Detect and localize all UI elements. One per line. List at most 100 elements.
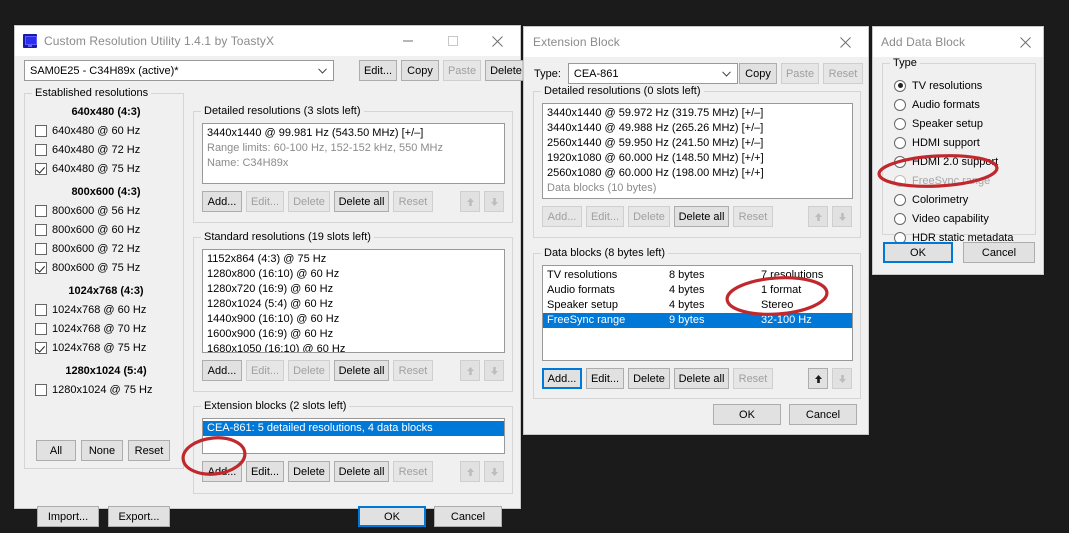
- checkbox-checked-icon[interactable]: [35, 342, 47, 354]
- close-icon[interactable]: [1007, 27, 1043, 57]
- edit-extension-block-button[interactable]: Edit...: [246, 461, 284, 482]
- checkbox-unchecked-icon[interactable]: [35, 144, 47, 156]
- list-item[interactable]: 1280x1024 (5:4) @ 60 Hz: [203, 297, 504, 312]
- checkbox-unchecked-icon[interactable]: [35, 304, 47, 316]
- ok-button[interactable]: OK: [883, 242, 953, 263]
- delete-all-detailed-resolutions-button[interactable]: Delete all: [334, 191, 389, 212]
- established-checkbox-row[interactable]: 800x600 @ 60 Hz: [35, 220, 177, 239]
- export-button[interactable]: Export...: [108, 506, 170, 527]
- copy-profile-button[interactable]: Copy: [401, 60, 439, 81]
- cancel-button[interactable]: Cancel: [789, 404, 857, 425]
- edit-profile-button[interactable]: Edit...: [359, 60, 397, 81]
- edit-data-block-button[interactable]: Edit...: [586, 368, 624, 389]
- add-data-block-button[interactable]: Add...: [542, 368, 582, 389]
- delete-profile-button[interactable]: Delete: [485, 60, 527, 81]
- delete-all-extension-blocks-button[interactable]: Delete all: [334, 461, 389, 482]
- add-data-block-titlebar[interactable]: Add Data Block: [873, 27, 1043, 57]
- delete-data-block-button[interactable]: Delete: [628, 368, 670, 389]
- import-button[interactable]: Import...: [37, 506, 99, 527]
- checkbox-checked-icon[interactable]: [35, 262, 47, 274]
- checkbox-unchecked-icon[interactable]: [35, 125, 47, 137]
- standard-resolutions-list[interactable]: 1152x864 (4:3) @ 75 Hz 1280x800 (16:10) …: [202, 249, 505, 353]
- list-item[interactable]: 1280x720 (16:9) @ 60 Hz: [203, 282, 504, 297]
- radio-hdmi-20-support[interactable]: HDMI 2.0 support: [894, 152, 1030, 171]
- extension-blocks-list[interactable]: CEA-861: 5 detailed resolutions, 4 data …: [202, 418, 505, 454]
- delete-all-extension-detailed-button[interactable]: Delete all: [674, 206, 729, 227]
- checkbox-unchecked-icon[interactable]: [35, 323, 47, 335]
- established-group-header: 1280x1024 (5:4): [35, 365, 177, 377]
- radio-unselected-icon[interactable]: [894, 99, 906, 111]
- established-checkbox-row[interactable]: 640x480 @ 75 Hz: [35, 159, 177, 178]
- ok-button[interactable]: OK: [713, 404, 781, 425]
- list-item-selected[interactable]: CEA-861: 5 detailed resolutions, 4 data …: [203, 421, 504, 436]
- established-checkbox-row[interactable]: 640x480 @ 60 Hz: [35, 121, 177, 140]
- list-item[interactable]: 1440x900 (16:10) @ 60 Hz: [203, 312, 504, 327]
- established-checkbox-row[interactable]: 800x600 @ 75 Hz: [35, 258, 177, 277]
- monitor-select[interactable]: SAM0E25 - C34H89x (active)*: [24, 60, 334, 81]
- list-item[interactable]: 3440x1440 @ 99.981 Hz (543.50 MHz) [+/–]: [203, 126, 504, 141]
- list-item[interactable]: 1280x800 (16:10) @ 60 Hz: [203, 267, 504, 282]
- data-blocks-list[interactable]: TV resolutions 8 bytes 7 resolutions Aud…: [542, 265, 853, 361]
- radio-video-capability[interactable]: Video capability: [894, 209, 1030, 228]
- radio-hdmi-support[interactable]: HDMI support: [894, 133, 1030, 152]
- established-checkbox-row[interactable]: 1024x768 @ 70 Hz: [35, 319, 177, 338]
- add-extension-block-button[interactable]: Add...: [202, 461, 242, 482]
- move-up-icon[interactable]: [808, 368, 828, 389]
- cancel-button[interactable]: Cancel: [963, 242, 1035, 263]
- add-standard-resolution-button[interactable]: Add...: [202, 360, 242, 381]
- select-all-button[interactable]: All: [36, 440, 76, 461]
- delete-all-standard-resolutions-button[interactable]: Delete all: [334, 360, 389, 381]
- main-window-titlebar[interactable]: Custom Resolution Utility 1.4.1 by Toast…: [15, 26, 520, 56]
- reset-established-button[interactable]: Reset: [128, 440, 170, 461]
- close-icon[interactable]: [823, 27, 868, 57]
- established-checkbox-row[interactable]: 1280x1024 @ 75 Hz: [35, 380, 177, 399]
- radio-tv-resolutions[interactable]: TV resolutions: [894, 76, 1030, 95]
- extension-detailed-list[interactable]: 3440x1440 @ 59.972 Hz (319.75 MHz) [+/–]…: [542, 103, 853, 199]
- radio-selected-icon[interactable]: [894, 80, 906, 92]
- established-checkbox-row[interactable]: 640x480 @ 72 Hz: [35, 140, 177, 159]
- add-detailed-resolution-button[interactable]: Add...: [202, 191, 242, 212]
- extension-block-titlebar[interactable]: Extension Block: [524, 27, 868, 57]
- cancel-button[interactable]: Cancel: [434, 506, 502, 527]
- edit-extension-detailed-button: Edit...: [586, 206, 624, 227]
- radio-audio-formats[interactable]: Audio formats: [894, 95, 1030, 114]
- list-item[interactable]: 1920x1080 @ 60.000 Hz (148.50 MHz) [+/+]: [543, 151, 852, 166]
- list-item[interactable]: 1600x900 (16:9) @ 60 Hz: [203, 327, 504, 342]
- checkbox-unchecked-icon[interactable]: [35, 205, 47, 217]
- table-row[interactable]: Speaker setup 4 bytes Stereo: [543, 298, 852, 313]
- radio-speaker-setup[interactable]: Speaker setup: [894, 114, 1030, 133]
- checkbox-checked-icon[interactable]: [35, 163, 47, 175]
- maximize-icon[interactable]: [430, 26, 475, 56]
- established-checkbox-row[interactable]: 800x600 @ 56 Hz: [35, 201, 177, 220]
- copy-extension-button[interactable]: Copy: [739, 63, 777, 84]
- delete-extension-block-button[interactable]: Delete: [288, 461, 330, 482]
- checkbox-unchecked-icon[interactable]: [35, 224, 47, 236]
- checkbox-unchecked-icon[interactable]: [35, 384, 47, 396]
- delete-all-data-blocks-button[interactable]: Delete all: [674, 368, 729, 389]
- radio-unselected-icon[interactable]: [894, 156, 906, 168]
- table-row[interactable]: TV resolutions 8 bytes 7 resolutions: [543, 268, 852, 283]
- table-row[interactable]: Audio formats 4 bytes 1 format: [543, 283, 852, 298]
- list-item[interactable]: 2560x1440 @ 59.950 Hz (241.50 MHz) [+/–]: [543, 136, 852, 151]
- list-item[interactable]: 2560x1080 @ 60.000 Hz (198.00 MHz) [+/+]: [543, 166, 852, 181]
- radio-colorimetry[interactable]: Colorimetry: [894, 190, 1030, 209]
- close-icon[interactable]: [475, 26, 520, 56]
- list-item[interactable]: 1680x1050 (16:10) @ 60 Hz: [203, 342, 504, 353]
- radio-unselected-icon[interactable]: [894, 137, 906, 149]
- table-row-selected[interactable]: FreeSync range 9 bytes 32-100 Hz: [543, 313, 852, 328]
- list-item[interactable]: 3440x1440 @ 59.972 Hz (319.75 MHz) [+/–]: [543, 106, 852, 121]
- established-checkbox-row[interactable]: 800x600 @ 72 Hz: [35, 239, 177, 258]
- ok-button[interactable]: OK: [358, 506, 426, 527]
- extension-type-select[interactable]: CEA-861: [568, 63, 738, 84]
- radio-unselected-icon[interactable]: [894, 194, 906, 206]
- established-checkbox-row[interactable]: 1024x768 @ 60 Hz: [35, 300, 177, 319]
- list-item[interactable]: 1152x864 (4:3) @ 75 Hz: [203, 252, 504, 267]
- detailed-resolutions-list[interactable]: 3440x1440 @ 99.981 Hz (543.50 MHz) [+/–]…: [202, 123, 505, 184]
- radio-unselected-icon[interactable]: [894, 213, 906, 225]
- established-checkbox-row[interactable]: 1024x768 @ 75 Hz: [35, 338, 177, 357]
- radio-unselected-icon[interactable]: [894, 118, 906, 130]
- minimize-icon[interactable]: [385, 26, 430, 56]
- select-none-button[interactable]: None: [81, 440, 123, 461]
- checkbox-unchecked-icon[interactable]: [35, 243, 47, 255]
- list-item[interactable]: 3440x1440 @ 49.988 Hz (265.26 MHz) [+/–]: [543, 121, 852, 136]
